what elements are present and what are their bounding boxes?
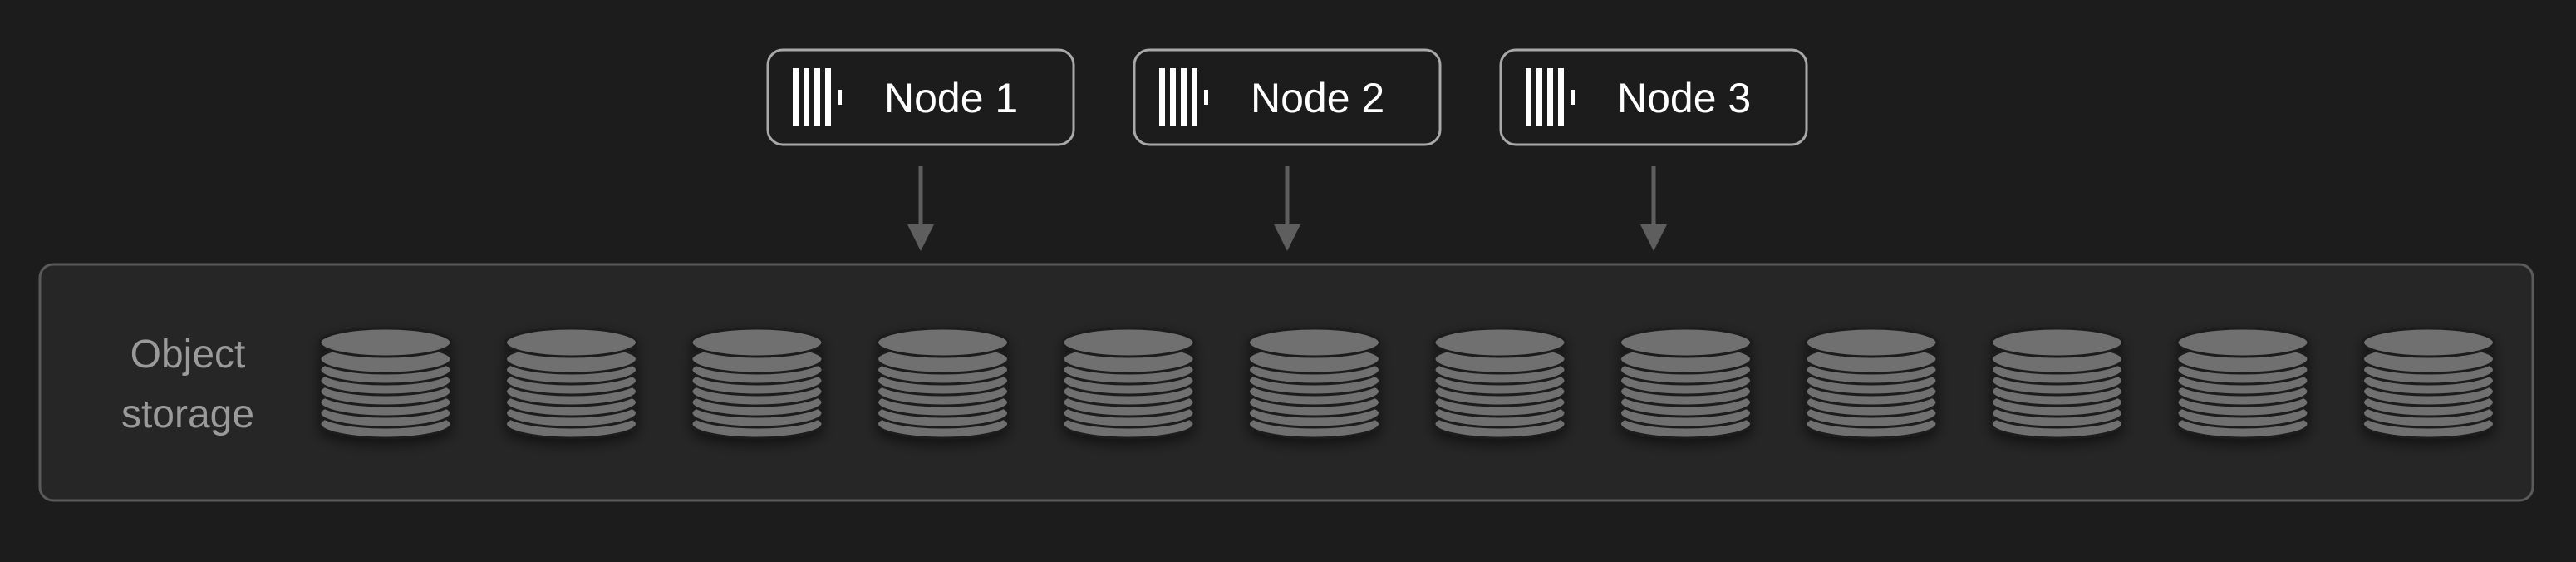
storage-disk-2 [504,327,638,440]
disk-top [1990,327,2124,358]
storage-label-line2: storage [121,392,254,436]
disk-top [318,327,453,358]
icon-bar [1547,68,1553,126]
arrow-head [1274,224,1300,251]
storage-disk-8 [1619,327,1753,440]
node-1: Node 1 [766,48,1075,146]
storage-disk-6 [1247,327,1381,440]
storage-disk-1 [318,327,453,440]
icon-dot [1204,90,1208,105]
arrow-head [907,224,934,251]
disk-stack-icon [1804,327,1939,440]
disk-top [690,327,824,358]
icon-bar [1526,68,1531,126]
node-2: Node 2 [1133,48,1442,146]
icon-bar [1181,68,1187,126]
node-label: Node 3 [1617,75,1751,121]
node-to-storage-arrows [907,166,1667,251]
disk-top [876,327,1010,358]
icon-bar [1159,68,1165,126]
storage-label-line1: Object [130,333,246,377]
icon-bar [814,68,820,126]
storage-disk-9 [1804,327,1939,440]
icon-bar [1536,68,1542,126]
disk-stack-icon [876,327,1010,440]
object-storage-panel: Object storage [38,263,2534,502]
disk-top [1433,327,1567,358]
node-label: Node 2 [1251,75,1384,121]
storage-disk-5 [1061,327,1196,440]
arrow-node-3 [1640,166,1667,251]
disk-stack-icon [1990,327,2124,440]
icon-bar [1192,68,1197,126]
icon-bar [1170,68,1176,126]
disk-stack-icon [1619,327,1753,440]
disk-stack-icon [690,327,824,440]
arrow-head [1640,224,1667,251]
icon-bar [825,68,831,126]
disk-stack-icon [1247,327,1381,440]
node-label: Node 1 [884,75,1018,121]
disk-top [1061,327,1196,358]
icon-dot [1571,90,1575,105]
node-3: Node 3 [1499,48,1808,146]
disk-stack-icon [318,327,453,440]
disk-top [1804,327,1939,358]
storage-disk-3 [690,327,824,440]
arrow-node-2 [1274,166,1300,251]
icon-bar [793,68,799,126]
disk-stack-icon [2175,327,2310,440]
storage-disk-11 [2175,327,2310,440]
disk-top [2362,327,2495,358]
disk-top [1247,327,1381,358]
architecture-diagram: Node 1 Node 2 Node 3 Object storage [38,48,2534,502]
compute-nodes: Node 1 Node 2 Node 3 [766,48,1808,146]
icon-bar [1558,68,1564,126]
disk-top [504,327,638,358]
storage-disk-10 [1990,327,2124,440]
disk-stack-icon [2362,327,2495,440]
disk-stack-icon [1433,327,1567,440]
disk-stack-icon [1061,327,1196,440]
icon-dot [838,90,842,105]
disk-top [1619,327,1753,358]
storage-disk-12 [2362,327,2495,440]
icon-bar [804,68,809,126]
storage-disk-4 [876,327,1010,440]
arrow-node-1 [907,166,934,251]
disk-stack-icon [504,327,638,440]
disk-top [2175,327,2310,358]
storage-disk-7 [1433,327,1567,440]
